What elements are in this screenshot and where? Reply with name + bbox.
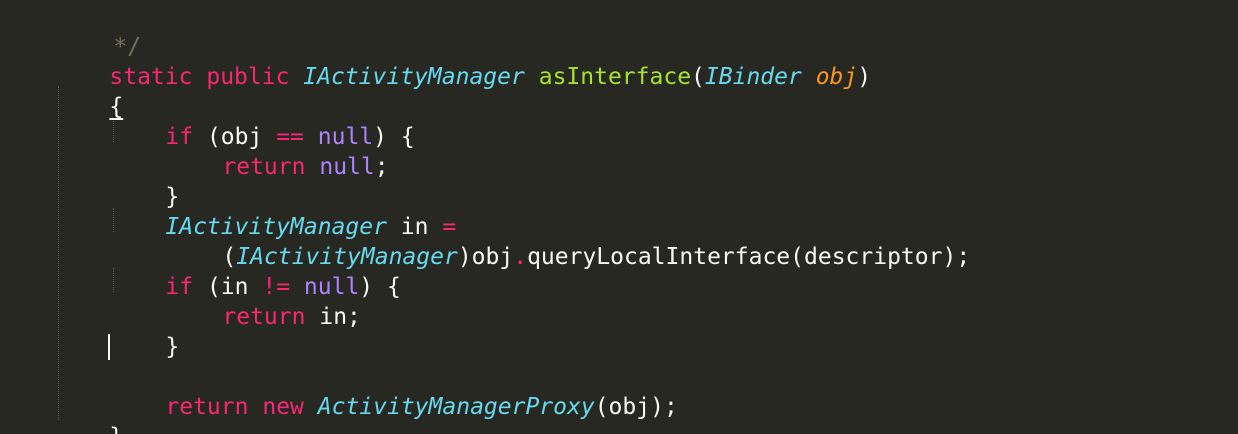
method-call: queryLocalInterface(descriptor); xyxy=(527,244,971,270)
code-line-if-obj-null[interactable]: if (obj == null) { xyxy=(110,92,414,150)
code-line-cast-call[interactable]: (IActivityManager)obj.queryLocalInterfac… xyxy=(167,212,970,270)
code-line-open-brace[interactable]: { xyxy=(54,62,123,120)
public-keyword: public xyxy=(206,64,290,90)
code-line-declaration[interactable]: IActivityManager in = xyxy=(110,182,456,240)
cast-close-obj: )obj xyxy=(457,244,514,270)
null-constant: null xyxy=(319,154,375,180)
close-brace: } xyxy=(109,424,123,434)
code-editor[interactable]: */ static public IActivityManager asInte… xyxy=(0,0,1238,434)
param-type: IBinder xyxy=(704,64,802,90)
constructor-args: (obj); xyxy=(594,394,678,420)
method-name: asInterface xyxy=(538,64,692,90)
code-line-final-close-brace[interactable]: } xyxy=(54,392,123,434)
close-paren: ) xyxy=(857,64,872,90)
open-paren: ( xyxy=(691,64,705,90)
code-line-return-in[interactable]: return in; xyxy=(167,272,361,330)
text-cursor xyxy=(108,334,110,360)
return-value: in; xyxy=(319,304,361,330)
code-line-close-brace[interactable]: } xyxy=(110,152,179,210)
code-line-if-in-not-null[interactable]: if (in != null) { xyxy=(110,242,400,300)
param-name: obj xyxy=(815,64,858,90)
member-dot: . xyxy=(513,244,528,270)
new-keyword: new xyxy=(262,394,304,420)
code-line-return-new[interactable]: return new ActivityManagerProxy(obj); xyxy=(110,362,677,420)
class-name: ActivityManagerProxy xyxy=(317,394,595,420)
semicolon: ; xyxy=(374,154,389,180)
return-type: IActivityManager xyxy=(303,64,525,90)
return-keyword: return xyxy=(222,154,306,180)
code-line-close-brace[interactable]: } xyxy=(110,302,179,360)
code-line-method-signature[interactable]: static public IActivityManager asInterfa… xyxy=(54,32,871,90)
code-line-return-null[interactable]: return null; xyxy=(167,122,388,180)
return-keyword: return xyxy=(222,304,306,330)
return-keyword: return xyxy=(165,394,249,420)
condition-close: ) { xyxy=(359,274,401,300)
close-brace: } xyxy=(165,334,180,360)
code-line-comment-end[interactable]: */ xyxy=(58,2,141,60)
